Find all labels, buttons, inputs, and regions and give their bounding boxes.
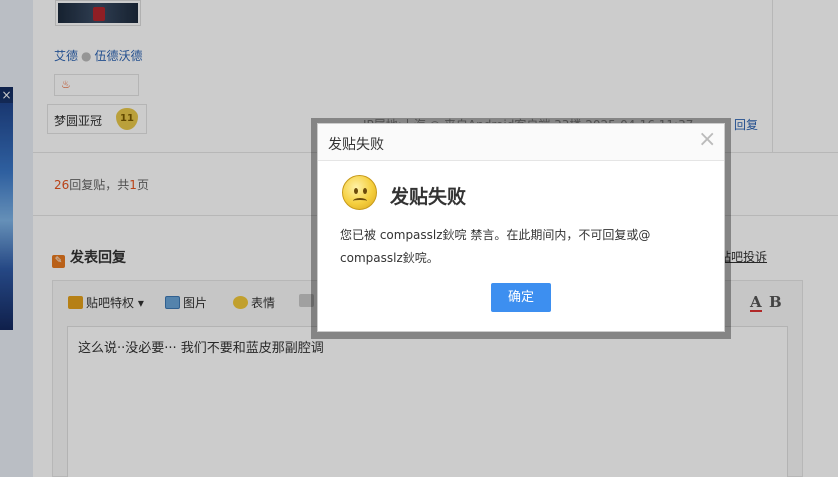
dialog-title: 发贴失败	[328, 137, 384, 153]
dialog-message-line2: compasslz鈥唍。	[340, 251, 439, 265]
eye	[363, 188, 367, 194]
dialog-heading: 发贴失败	[390, 186, 467, 208]
post-failed-dialog: 发贴失败 × 发贴失败 您已被 compasslz鈥唍 禁言。在此期间内，不可回…	[317, 123, 725, 332]
eye	[354, 188, 358, 194]
confirm-button[interactable]: 确定	[491, 283, 551, 312]
sad-face-icon	[342, 175, 377, 210]
dialog-message: 您已被 compasslz鈥唍 禁言。在此期间内，不可回复或@ compassl…	[340, 224, 700, 270]
mouth	[353, 198, 367, 204]
dialog-header: 发贴失败 ×	[318, 124, 724, 161]
dialog-message-line1: 您已被 compasslz鈥唍 禁言。在此期间内，不可回复或@	[340, 228, 651, 242]
close-icon[interactable]: ×	[698, 129, 716, 151]
